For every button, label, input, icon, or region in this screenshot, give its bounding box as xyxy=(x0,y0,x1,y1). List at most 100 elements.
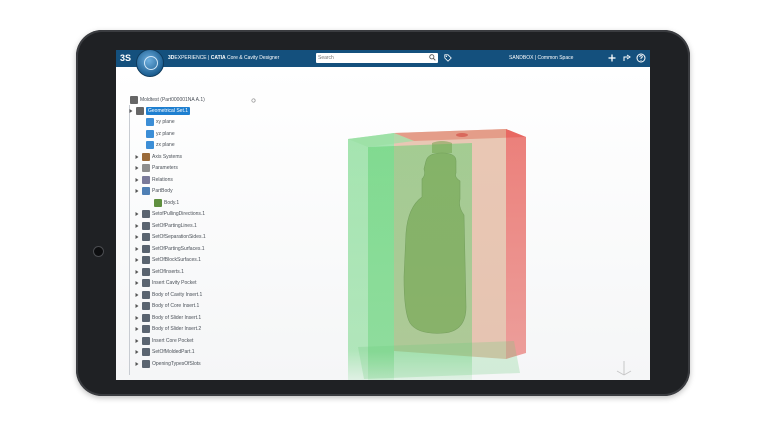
set-icon xyxy=(142,336,150,345)
tree-item[interactable]: Body of Cavity Insert.1 xyxy=(134,290,202,300)
tree-item-label: Moldtest (Part000001NA A.1) xyxy=(140,97,205,103)
set-icon xyxy=(142,313,150,322)
tag-icon[interactable] xyxy=(444,54,452,62)
axis-compass-icon[interactable] xyxy=(614,357,634,377)
core-block-right[interactable] xyxy=(506,129,526,359)
expand-icon[interactable] xyxy=(134,257,140,263)
plane-icon xyxy=(146,129,154,138)
expand-icon[interactable] xyxy=(134,234,140,240)
set-icon xyxy=(142,302,150,310)
brand-app-name: Core & Cavity Designer xyxy=(225,55,280,61)
base-plate[interactable] xyxy=(358,341,520,379)
parameters-icon xyxy=(142,164,150,172)
brand-experience: EXPERIENCE xyxy=(174,55,207,61)
share-icon[interactable] xyxy=(622,53,632,63)
tree-item[interactable]: SetOfSeparationSides.1 xyxy=(134,232,206,242)
help-icon[interactable] xyxy=(636,53,646,63)
bottle-cap[interactable] xyxy=(432,141,452,153)
tree-item-label: Parameters xyxy=(152,165,178,171)
3d-viewport[interactable]: Moldtest (Part000001NA A.1) Geometrical S… xyxy=(116,67,650,380)
tree-item[interactable]: Body of Slider Insert.1 xyxy=(134,313,201,323)
home-button[interactable] xyxy=(93,246,104,257)
expand-icon[interactable] xyxy=(134,177,140,183)
plus-icon[interactable] xyxy=(607,53,617,63)
tree-item[interactable]: Body of Slider Insert.2 xyxy=(134,324,201,334)
tree-item-label: SetOfSeparationSides.1 xyxy=(152,234,206,240)
tree-item[interactable]: Parameters xyxy=(134,163,178,173)
tree-item[interactable]: Axis Systems xyxy=(134,152,182,162)
tree-item-label: OpeningTypesOfSlots xyxy=(152,360,201,367)
partbody-icon xyxy=(142,187,150,195)
tree-item[interactable]: Relations xyxy=(134,175,173,185)
compass-icon[interactable] xyxy=(136,50,164,77)
brand-catia: CATIA xyxy=(210,55,226,61)
tree-item[interactable]: Insert Cavity Pocket xyxy=(134,278,196,288)
tree-item[interactable]: Insert Core Pocket xyxy=(134,336,193,346)
tree-item[interactable]: SetOfPartingLines.1 xyxy=(134,221,197,231)
expand-icon[interactable] xyxy=(134,315,140,321)
tree-item[interactable]: SetOfMoldedPart.1 xyxy=(134,347,195,357)
expand-icon[interactable] xyxy=(134,188,140,194)
workspace-selector[interactable]: SANDBOX | Common Space xyxy=(509,55,573,61)
set-icon xyxy=(142,221,150,230)
tree-item-label: SetOfInserts.1 xyxy=(152,268,184,275)
app-title: 3DEXPERIENCE | CATIA Core & Cavity Desig… xyxy=(168,54,279,63)
tree-item-label: Geometrical Set.1 xyxy=(146,107,191,115)
tree-connector-line xyxy=(129,105,130,375)
plane-icon xyxy=(146,118,154,126)
expand-icon[interactable] xyxy=(134,165,140,171)
expand-icon[interactable] xyxy=(134,292,140,298)
gate-hole[interactable] xyxy=(456,133,468,137)
tree-item[interactable]: Body of Core Insert.1 xyxy=(134,301,199,311)
set-icon xyxy=(142,210,150,218)
ds-logo-icon[interactable]: 3S xyxy=(120,53,131,64)
tree-item[interactable]: SetOfBlockSurfaces.1 xyxy=(134,255,201,265)
tree-item-label: PartBody xyxy=(152,188,173,194)
expand-icon[interactable] xyxy=(134,154,140,160)
set-icon xyxy=(142,256,150,264)
search-input[interactable] xyxy=(318,53,426,63)
set-icon xyxy=(142,244,150,253)
tree-item[interactable]: Body.1 xyxy=(146,198,179,208)
tree-item[interactable]: SetofPullingDirections.1 xyxy=(134,209,205,219)
tree-item-label: Relations xyxy=(152,176,173,183)
tree-item[interactable]: yz plane xyxy=(138,129,175,139)
mold-model[interactable] xyxy=(344,127,554,380)
tree-item[interactable]: xy plane xyxy=(138,117,175,127)
expand-icon[interactable] xyxy=(134,326,140,332)
tree-item-label: Body of Core Insert.1 xyxy=(152,303,200,309)
top-bar: 3S 3DEXPERIENCE | CATIA Core & Cavity De… xyxy=(116,50,650,67)
expand-icon[interactable] xyxy=(134,338,140,344)
set-icon xyxy=(142,279,150,287)
tree-item[interactable]: Moldtest (Part000001NA A.1) xyxy=(122,95,205,105)
expand-icon[interactable] xyxy=(134,246,140,252)
tree-item[interactable]: SetOfInserts.1 xyxy=(134,267,184,277)
tree-item[interactable]: Geometrical Set.1 xyxy=(128,106,191,116)
tree-item-label: Body of Cavity Insert.1 xyxy=(152,291,203,298)
expand-icon[interactable] xyxy=(134,223,140,229)
expand-icon[interactable] xyxy=(134,269,140,275)
tree-item[interactable]: PartBody xyxy=(134,186,173,196)
tree-item-label: Body.1 xyxy=(164,199,180,206)
expand-icon[interactable] xyxy=(134,303,140,309)
set-icon xyxy=(142,348,150,356)
tree-item[interactable]: SetOfPartingSurfaces.1 xyxy=(134,244,205,254)
expand-icon[interactable] xyxy=(134,280,140,286)
plane-icon xyxy=(146,141,154,149)
tree-item-label: SetOfBlockSurfaces.1 xyxy=(152,257,201,263)
expand-icon[interactable] xyxy=(128,108,134,114)
search-icon[interactable] xyxy=(429,54,436,61)
search-box[interactable] xyxy=(316,53,438,63)
set-icon xyxy=(142,267,150,276)
tree-item-label: Body of Slider Insert.1 xyxy=(152,314,202,321)
tree-item[interactable]: OpeningTypesOfSlots xyxy=(134,359,201,369)
expand-icon[interactable] xyxy=(134,349,140,355)
tree-item-label: SetOfPartingSurfaces.1 xyxy=(152,245,205,252)
expand-icon[interactable] xyxy=(134,211,140,217)
tree-item[interactable]: zx plane xyxy=(138,140,175,150)
reset-view-icon[interactable] xyxy=(251,98,256,103)
expand-icon[interactable] xyxy=(134,361,140,367)
